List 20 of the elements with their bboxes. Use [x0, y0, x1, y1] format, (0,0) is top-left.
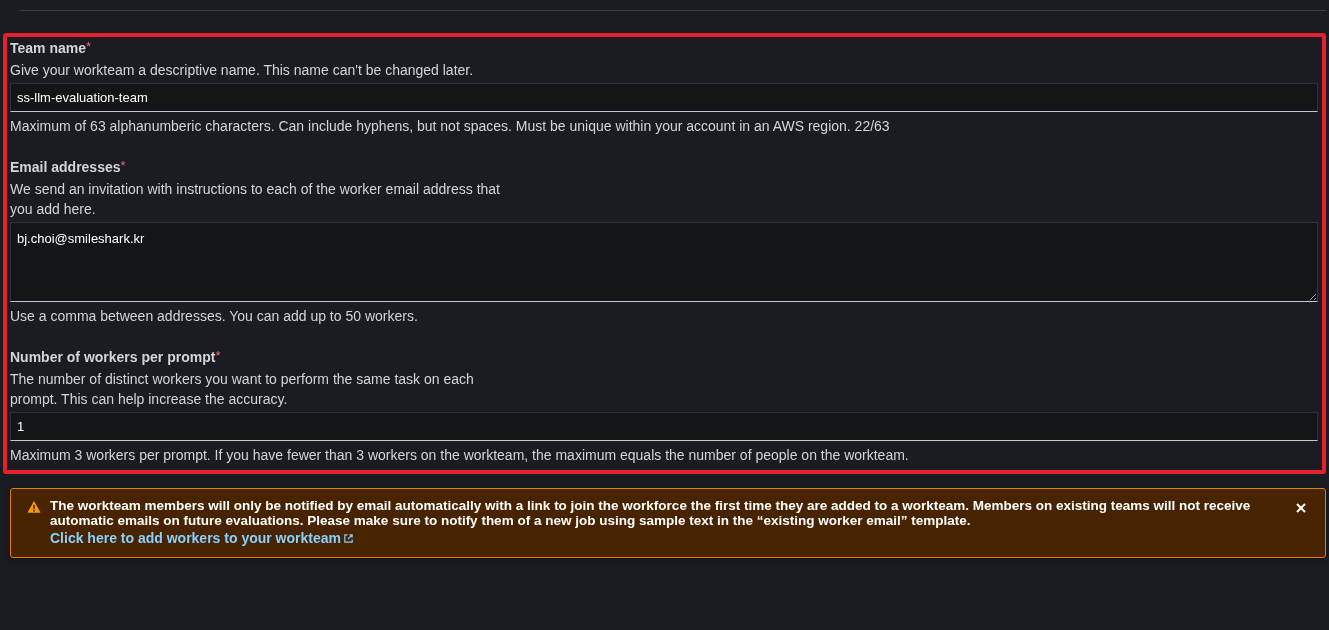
field-hint: Use a comma between addresses. You can add up to 50 workers.: [10, 307, 419, 325]
input-field[interactable]: ss-llm-evaluation-team: [10, 83, 1318, 112]
required-mark: *: [120, 158, 126, 175]
field-hint: Maximum 3 workers per prompt. If you have fewer than 3 workers on the workteam, the maximum equals the number of people on the workteam.: [10, 446, 910, 464]
field-label: Email addresses: [10, 158, 121, 176]
field-description: Give your workteam a descriptive name. This name can't be changed later.: [10, 61, 475, 80]
field-label: Number of workers per prompt: [10, 348, 216, 366]
field-description: The number of distinct workers you want to perform the same task on each prompt. This can help increase the accuracy.: [10, 370, 475, 409]
textarea-field[interactable]: bj.choi@smileshark.kr: [10, 222, 1318, 302]
required-mark: *: [86, 39, 92, 56]
alert-message: The workteam members will only be notified by email automatically with a link to join the workforce the first time they are added to a workteam. Members on existing teams will not receive automatic emails on future evaluations. Please make sure to notify them of a new job using sample text in the “existing worker email” template.: [50, 498, 1252, 528]
field-hint: Maximum of 63 alphanumberic characters. Can include hyphens, but not spaces. Must be unique within your account in an AWS region. 22/63: [10, 117, 891, 135]
input-field[interactable]: 1: [10, 412, 1318, 441]
warning-icon: [27, 500, 41, 514]
field-label: Team name: [10, 39, 86, 57]
field-description: We send an invitation with instructions to each of the worker email address that you add here.: [10, 180, 500, 219]
close-icon: [1295, 502, 1307, 514]
required-mark: *: [215, 348, 221, 363]
add-workers-link[interactable]: Click here to add workers to your workteam: [50, 529, 354, 547]
external-link-icon: [343, 532, 354, 544]
